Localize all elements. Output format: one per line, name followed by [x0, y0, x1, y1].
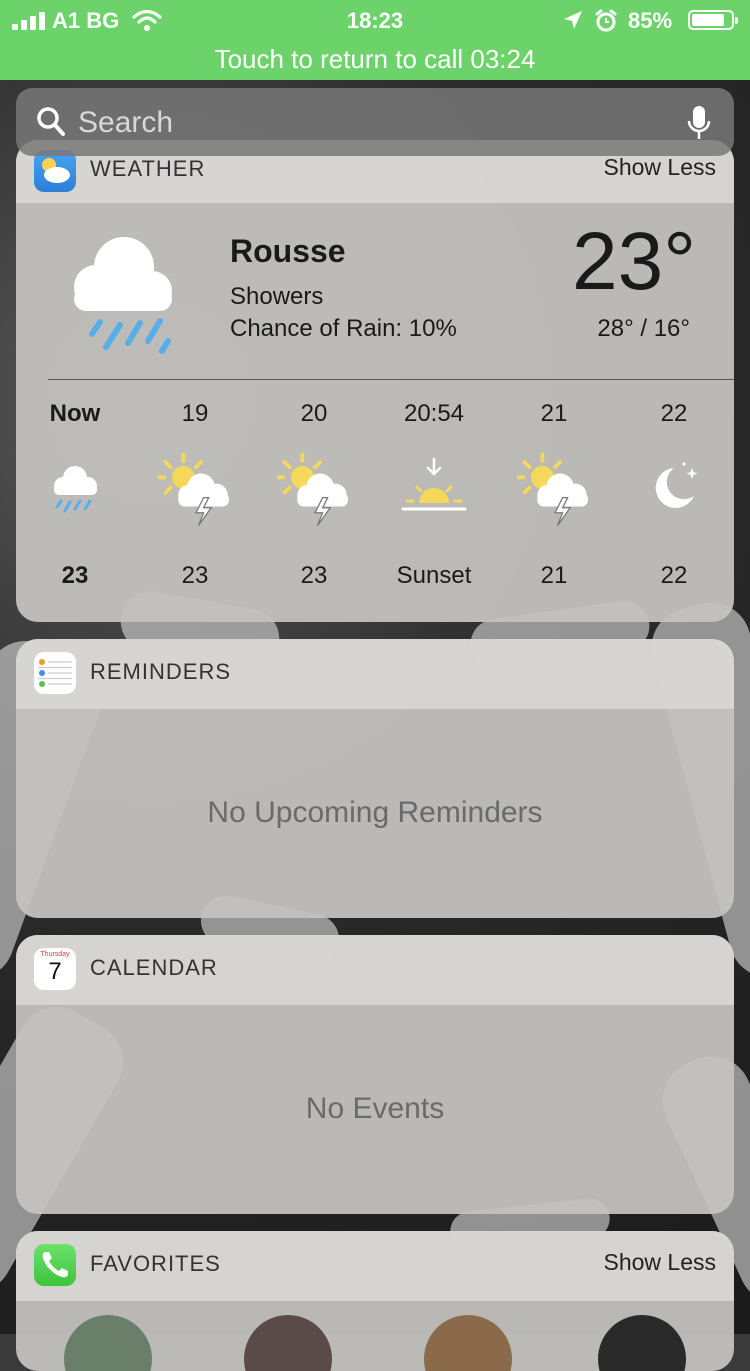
- reminders-widget[interactable]: REMINDERS No Upcoming Reminders: [16, 639, 734, 918]
- battery-percent: 85%: [628, 8, 673, 33]
- hour-label: 20:54: [403, 400, 465, 427]
- battery-icon: [688, 10, 738, 30]
- microphone-icon[interactable]: [686, 104, 712, 142]
- reminders-empty-message: No Upcoming Reminders: [207, 796, 543, 829]
- search-bar[interactable]: Search: [16, 88, 734, 156]
- sunset-icon: [401, 457, 467, 511]
- sun-thunderstorm-icon: [158, 452, 229, 526]
- search-input[interactable]: Search: [78, 106, 173, 140]
- avatar[interactable]: [64, 1315, 152, 1371]
- avatar[interactable]: [244, 1315, 332, 1371]
- hour-label: 20: [300, 400, 328, 427]
- weather-condition: Showers: [230, 283, 324, 310]
- favorites-header-title: FAVORITES: [90, 1251, 221, 1276]
- return-to-call-banner[interactable]: Touch to return to call 03:24: [0, 44, 750, 75]
- hour-temp: 23: [181, 562, 209, 589]
- hour-label: 19: [181, 400, 209, 427]
- reminders-app-icon: [34, 652, 76, 694]
- weather-show-less-button[interactable]: Show Less: [603, 154, 716, 181]
- alarm-clock-icon: [595, 9, 617, 32]
- hour-label: Now: [49, 400, 101, 427]
- hour-temp: 22: [660, 562, 688, 589]
- sun-thunderstorm-icon: [517, 452, 588, 526]
- location-arrow-icon: [564, 11, 582, 29]
- hour-temp: 23: [300, 562, 328, 589]
- phone-app-icon: [34, 1244, 76, 1286]
- weather-divider: [48, 379, 734, 380]
- favorites-show-less-button[interactable]: Show Less: [603, 1249, 716, 1276]
- weather-city: Rousse: [230, 233, 346, 269]
- calendar-icon-weekday: Thursday: [40, 951, 70, 958]
- weather-header-title: WEATHER: [90, 156, 206, 181]
- calendar-widget[interactable]: Thursday 7 CALENDAR No Events: [16, 935, 734, 1214]
- rain-cloud-icon: [54, 466, 97, 513]
- search-icon: [37, 107, 65, 136]
- calendar-empty-message: No Events: [305, 1092, 445, 1125]
- favorites-widget[interactable]: FAVORITES Show Less: [16, 1231, 734, 1371]
- hour-temp: 21: [540, 562, 568, 589]
- hour-label: 21: [540, 400, 568, 427]
- avatar[interactable]: [424, 1315, 512, 1371]
- status-bar[interactable]: A1 BG 18:23 85% Touch to return to call …: [0, 0, 750, 80]
- hour-temp: 23: [61, 562, 89, 589]
- moon-stars-icon: [655, 462, 698, 508]
- weather-widget[interactable]: WEATHER Show Less Rousse Showers Chance …: [16, 140, 734, 622]
- calendar-icon-day: 7: [48, 958, 62, 985]
- hour-label: 22: [660, 400, 688, 427]
- calendar-header-title: CALENDAR: [90, 955, 218, 980]
- showers-icon: [74, 237, 172, 354]
- avatar[interactable]: [598, 1315, 686, 1371]
- weather-high-low: 28° / 16°: [597, 315, 690, 342]
- calendar-app-icon: Thursday 7: [34, 948, 76, 990]
- reminders-header-title: REMINDERS: [90, 659, 232, 684]
- weather-current-temp: 23°: [571, 216, 696, 307]
- sun-thunderstorm-icon: [277, 452, 348, 526]
- weather-app-icon: [34, 150, 76, 192]
- hour-temp: Sunset: [396, 562, 472, 589]
- weather-rain-chance: Chance of Rain: 10%: [230, 315, 457, 342]
